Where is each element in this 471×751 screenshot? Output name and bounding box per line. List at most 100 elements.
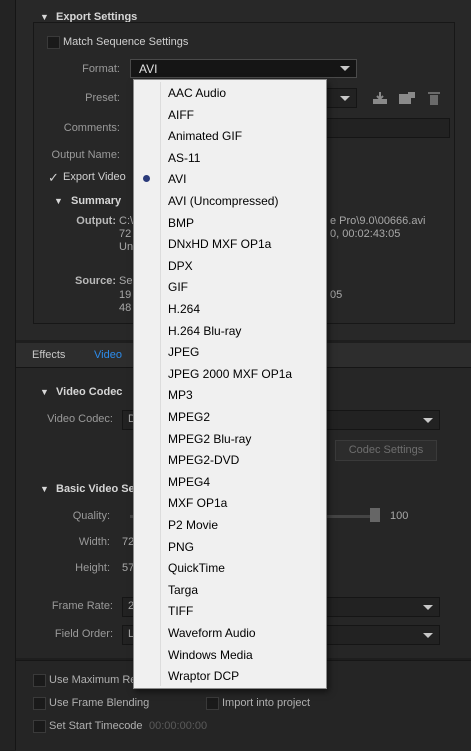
tab-effects[interactable]: Effects <box>32 349 65 361</box>
start-timecode-checkbox[interactable] <box>33 720 46 733</box>
format-option[interactable]: Targa <box>134 579 326 600</box>
preset-select[interactable] <box>325 88 357 108</box>
basic-video-title: Basic Video Se <box>56 483 135 495</box>
format-option[interactable]: MPEG4 <box>134 471 326 492</box>
output-path-line1-right: e Pro\9.0\00666.avi <box>330 215 426 227</box>
format-option[interactable]: Animated GIF <box>134 125 326 146</box>
chevron-down-icon <box>340 96 350 101</box>
format-option[interactable]: AVI (Uncompressed) <box>134 190 326 211</box>
source-line2-left: 19 <box>119 289 132 301</box>
format-option-label: AS-11 <box>168 150 201 165</box>
import-preset-icon[interactable] <box>398 91 415 105</box>
format-option-label: GIF <box>168 280 188 295</box>
start-timecode-value[interactable]: 00:00:00:00 <box>149 720 207 732</box>
video-codec-title: Video Codec <box>56 386 123 398</box>
export-video-label: Export Video <box>63 171 126 183</box>
format-option[interactable]: MP3 <box>134 384 326 405</box>
format-option-label: Waveform Audio <box>168 626 256 640</box>
match-sequence-label: Match Sequence Settings <box>63 36 189 48</box>
import-into-project-label: Import into project <box>222 697 311 709</box>
format-option-label: MPEG4 <box>168 474 211 489</box>
format-option[interactable]: AAC Audio <box>134 82 326 103</box>
summary-collapse-icon[interactable]: ▼ <box>54 196 63 206</box>
format-option-label: BMP <box>168 215 195 230</box>
format-option-label: H.264 <box>168 302 201 316</box>
format-option[interactable]: JPEG 2000 MXF OP1a <box>134 363 326 384</box>
format-option[interactable]: Waveform Audio <box>134 622 326 643</box>
format-option[interactable]: MPEG2-DVD <box>134 449 326 470</box>
format-option[interactable]: MPEG2 Blu-ray <box>134 428 326 449</box>
height-label: Height: <box>75 562 110 574</box>
format-option[interactable]: GIF <box>134 276 326 297</box>
format-select[interactable]: AVI <box>130 59 357 78</box>
format-option[interactable]: MPEG2 <box>134 406 326 427</box>
chevron-down-icon <box>423 605 433 610</box>
format-option-label: QuickTime <box>168 561 225 576</box>
quality-value: 100 <box>390 510 409 522</box>
format-option[interactable]: MXF OP1a <box>134 492 326 513</box>
format-option[interactable]: Wraptor DCP <box>134 665 326 686</box>
format-option[interactable]: H.264 <box>134 298 326 319</box>
tab-video[interactable]: Video <box>94 349 122 361</box>
summary-title: Summary <box>71 195 122 207</box>
format-option[interactable]: DPX <box>134 255 326 276</box>
preset-label: Preset: <box>85 92 120 104</box>
format-option-label: H.264 Blu-ray <box>168 323 242 338</box>
quality-slider-thumb[interactable] <box>370 508 380 522</box>
source-label: Source: <box>75 275 116 287</box>
output-name-label: Output Name: <box>51 149 120 161</box>
output-line3-left: Un <box>119 241 134 253</box>
format-option[interactable]: TIFF <box>134 600 326 621</box>
format-option-label: Animated GIF <box>168 129 243 144</box>
format-option-label: Targa <box>168 582 199 597</box>
video-codec-collapse-icon[interactable]: ▼ <box>40 387 49 397</box>
codec-settings-button[interactable]: Codec Settings <box>335 440 437 461</box>
save-preset-icon[interactable] <box>372 91 388 105</box>
source-line1-left: Se <box>119 275 133 287</box>
frame-blending-label: Use Frame Blending <box>49 697 150 709</box>
export-settings-collapse-icon[interactable]: ▼ <box>40 12 49 22</box>
trash-icon[interactable] <box>428 91 444 105</box>
output-path-line1-left: C:\ <box>119 215 134 227</box>
format-option[interactable]: BMP <box>134 212 326 233</box>
output-line2-right: 0, 00:02:43:05 <box>330 228 401 240</box>
basic-video-collapse-icon[interactable]: ▼ <box>40 484 49 494</box>
format-option-label: MPEG2-DVD <box>168 453 240 468</box>
format-dropdown-list: AAC Audio AIFF Animated GIF AS-11 AVI AVI (Un… <box>133 79 327 689</box>
video-codec-label: Video Codec: <box>47 413 113 425</box>
field-order-label: Field Order: <box>54 628 113 640</box>
frame-blending-checkbox[interactable] <box>33 697 46 710</box>
format-option-label: P2 Movie <box>168 518 219 532</box>
format-option[interactable]: JPEG <box>134 341 326 362</box>
format-option-label: DNxHD MXF OP1a <box>168 237 272 252</box>
output-line2-left: 72 <box>119 228 132 240</box>
format-option-label: MPEG2 Blu-ray <box>168 431 252 446</box>
width-label: Width: <box>78 536 110 548</box>
chevron-down-icon <box>423 633 433 638</box>
comments-input[interactable] <box>325 118 450 138</box>
format-option[interactable]: Windows Media <box>134 644 326 665</box>
export-video-check-icon[interactable]: ✓ <box>48 170 59 186</box>
format-option[interactable]: AS-11 <box>134 147 326 168</box>
frame-rate-label: Frame Rate: <box>51 600 113 612</box>
format-option[interactable]: QuickTime <box>134 557 326 578</box>
format-option-label: Wraptor DCP <box>168 669 240 684</box>
format-select-value: AVI <box>139 62 158 76</box>
format-option-label: AVI (Uncompressed) <box>168 194 279 208</box>
format-option[interactable]: AVI <box>134 168 326 189</box>
format-option[interactable]: H.264 Blu-ray <box>134 320 326 341</box>
format-option-label: JPEG <box>168 345 200 360</box>
format-option[interactable]: AIFF <box>134 104 326 125</box>
output-label: Output: <box>76 215 116 227</box>
format-option-label: AIFF <box>168 107 194 122</box>
use-max-render-checkbox[interactable] <box>33 674 46 687</box>
comments-label: Comments: <box>63 122 120 134</box>
match-sequence-checkbox[interactable] <box>47 36 60 49</box>
format-option[interactable]: P2 Movie <box>134 514 326 535</box>
format-option[interactable]: DNxHD MXF OP1a <box>134 233 326 254</box>
format-option-label: MXF OP1a <box>168 496 228 511</box>
format-option-label: MP3 <box>168 388 193 403</box>
import-into-project-checkbox[interactable] <box>206 697 219 710</box>
format-option-label: AAC Audio <box>168 86 227 100</box>
format-option[interactable]: PNG <box>134 536 326 557</box>
